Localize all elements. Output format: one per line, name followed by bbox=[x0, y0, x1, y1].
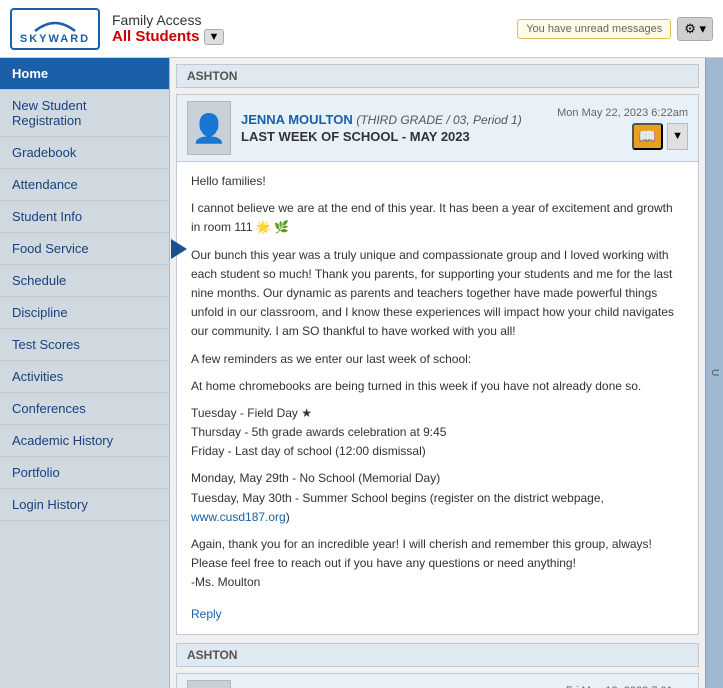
avatar-2: 👤 bbox=[187, 680, 231, 688]
header-title: Family Access All Students ▼ bbox=[112, 12, 224, 45]
sidebar-item-test-scores[interactable]: Test Scores bbox=[0, 329, 169, 361]
sender-detail-1: (THIRD GRADE / 03, Period 1) bbox=[356, 113, 521, 127]
all-students-dropdown[interactable]: ▼ bbox=[204, 29, 225, 45]
reply-link-1[interactable]: Reply bbox=[191, 605, 222, 624]
logo-area: SKYWARD bbox=[10, 8, 100, 50]
message-icons-1: 📖 ▼ bbox=[632, 123, 688, 150]
message-sender-1: JENNA MOULTON (THIRD GRADE / 03, Period … bbox=[241, 112, 547, 127]
body-line-3: A few reminders as we enter our last wee… bbox=[191, 350, 684, 369]
person-icon: 👤 bbox=[192, 112, 227, 145]
book-button-1[interactable]: 📖 bbox=[632, 123, 663, 150]
body-line-6: Monday, May 29th - No School (Memorial D… bbox=[191, 469, 684, 527]
sidebar-item-activities[interactable]: Activities bbox=[0, 361, 169, 393]
main-content: ASHTON 👤 JENNA MOULTON (THIRD GRADE / 03… bbox=[170, 58, 705, 688]
avatar-1: 👤 bbox=[187, 101, 231, 155]
message-card-1-header: 👤 JENNA MOULTON (THIRD GRADE / 03, Perio… bbox=[177, 95, 698, 162]
message-card-2: 👤 JENNA MOULTON (THIRD GRADE / 03, Perio… bbox=[176, 673, 699, 688]
sidebar-item-schedule[interactable]: Schedule bbox=[0, 265, 169, 297]
sidebar-item-login-history[interactable]: Login History bbox=[0, 489, 169, 521]
message-info-1: JENNA MOULTON (THIRD GRADE / 03, Period … bbox=[241, 112, 547, 144]
settings-gear-button[interactable]: ⚙ ▾ bbox=[677, 17, 713, 41]
message-card-1: 👤 JENNA MOULTON (THIRD GRADE / 03, Perio… bbox=[176, 94, 699, 635]
sidebar-item-home[interactable]: Home bbox=[0, 58, 169, 90]
body-line-1: I cannot believe we are at the end of th… bbox=[191, 199, 684, 237]
logo-arc-svg bbox=[30, 13, 80, 33]
sidebar: Home New Student Registration Gradebook … bbox=[0, 58, 170, 688]
all-students-selector[interactable]: All Students ▼ bbox=[112, 28, 224, 45]
body-line-2: Our bunch this year was a truly unique a… bbox=[191, 246, 684, 342]
right-edge-tab[interactable]: U bbox=[705, 58, 723, 688]
section-header-1: ASHTON bbox=[176, 64, 699, 88]
logo-text: SKYWARD bbox=[20, 33, 90, 45]
sidebar-item-gradebook[interactable]: Gradebook bbox=[0, 137, 169, 169]
sidebar-item-food-service[interactable]: Food Service bbox=[0, 233, 169, 265]
sidebar-item-conferences[interactable]: Conferences bbox=[0, 393, 169, 425]
district-link[interactable]: www.cusd187.org bbox=[191, 510, 286, 524]
plant-emoji: 🌿 bbox=[274, 220, 289, 234]
sidebar-item-attendance[interactable]: Attendance bbox=[0, 169, 169, 201]
collapse-button-1[interactable]: ▼ bbox=[667, 123, 688, 150]
sidebar-item-discipline[interactable]: Discipline bbox=[0, 297, 169, 329]
section-header-2: ASHTON bbox=[176, 643, 699, 667]
message-actions-1: Mon May 22, 2023 6:22am 📖 ▼ bbox=[557, 107, 688, 150]
message-date-1: Mon May 22, 2023 6:22am bbox=[557, 107, 688, 119]
message-subject-1: LAST WEEK OF SCHOOL - MAY 2023 bbox=[241, 129, 547, 144]
body-line-4: At home chromebooks are being turned in … bbox=[191, 377, 684, 396]
sender-name-1: JENNA MOULTON bbox=[241, 112, 353, 127]
unread-messages-banner: You have unread messages bbox=[517, 19, 671, 39]
main-layout: Home New Student Registration Gradebook … bbox=[0, 58, 723, 688]
body-line-7: Again, thank you for an incredible year!… bbox=[191, 535, 684, 593]
all-students-label: All Students bbox=[112, 28, 200, 45]
header: SKYWARD Family Access All Students ▼ You… bbox=[0, 0, 723, 58]
body-line-0: Hello families! bbox=[191, 172, 684, 191]
family-access-label: Family Access bbox=[112, 12, 224, 28]
skyward-logo: SKYWARD bbox=[10, 8, 100, 50]
food-service-arrow bbox=[171, 239, 187, 259]
header-left: SKYWARD Family Access All Students ▼ bbox=[10, 8, 224, 50]
sidebar-item-student-info[interactable]: Student Info bbox=[0, 201, 169, 233]
body-line-5: Tuesday - Field Day ★ Thursday - 5th gra… bbox=[191, 404, 684, 462]
message-card-2-header: 👤 JENNA MOULTON (THIRD GRADE / 03, Perio… bbox=[177, 674, 698, 688]
sidebar-item-new-student-registration[interactable]: New Student Registration bbox=[0, 90, 169, 137]
message-body-1: Hello families! I cannot believe we are … bbox=[177, 162, 698, 634]
sidebar-item-academic-history[interactable]: Academic History bbox=[0, 425, 169, 457]
sidebar-item-portfolio[interactable]: Portfolio bbox=[0, 457, 169, 489]
sun-emoji: 🌟 bbox=[256, 220, 271, 234]
header-right: You have unread messages ⚙ ▾ bbox=[517, 17, 713, 41]
